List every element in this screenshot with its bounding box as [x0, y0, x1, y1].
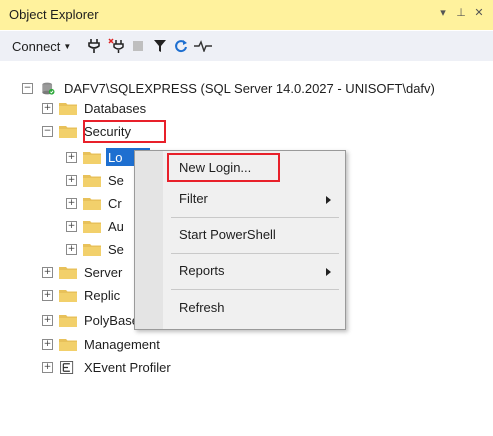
- connect-object-icon[interactable]: [88, 37, 100, 55]
- folder-icon: [59, 102, 77, 115]
- folder-icon: [59, 266, 77, 279]
- polybase-label: PolyBase: [84, 312, 139, 328]
- folder-icon: [83, 243, 101, 256]
- panel-title: Object Explorer: [9, 7, 99, 22]
- tree-node-management[interactable]: + Management: [42, 334, 160, 354]
- submenu-arrow-icon: [326, 268, 331, 276]
- menu-separator: [171, 253, 339, 254]
- refresh-icon[interactable]: [174, 37, 188, 55]
- tree-node-xevent-profiler[interactable]: + XEvent Profiler: [42, 357, 171, 377]
- pin-icon[interactable]: ⊥: [455, 6, 467, 19]
- xevent-profiler-icon: [60, 360, 74, 374]
- expand-icon[interactable]: +: [42, 338, 53, 350]
- menu-item-filter[interactable]: Filter: [179, 191, 208, 206]
- connect-button[interactable]: Connect ▼: [12, 39, 71, 54]
- tree-node-replication[interactable]: + Replic: [42, 285, 120, 305]
- server-objects-label: Server: [84, 264, 123, 280]
- tree-node-security-child[interactable]: + Se: [66, 239, 124, 259]
- folder-icon: [59, 338, 77, 351]
- server-icon: [42, 82, 55, 95]
- tree-node-logins[interactable]: + Lo: [66, 147, 122, 167]
- object-explorer-titlebar: Object Explorer ▾ ⊥ ✕: [0, 0, 493, 30]
- menu-separator: [171, 217, 339, 218]
- security-child-label: Cr: [108, 195, 122, 211]
- tree-node-polybase[interactable]: + PolyBase: [42, 310, 139, 330]
- chevron-down-icon: ▼: [63, 42, 72, 51]
- collapse-icon[interactable]: −: [42, 125, 53, 137]
- management-label: Management: [84, 336, 160, 352]
- close-icon[interactable]: ✕: [473, 6, 485, 19]
- stop-icon[interactable]: [133, 37, 143, 55]
- folder-icon: [83, 151, 101, 164]
- object-explorer-toolbar: Connect ▼: [0, 31, 493, 61]
- expand-icon[interactable]: +: [42, 361, 53, 373]
- disconnect-icon[interactable]: [108, 37, 124, 55]
- expand-icon[interactable]: +: [42, 289, 53, 301]
- expand-icon[interactable]: +: [66, 197, 77, 209]
- folder-icon: [83, 174, 101, 187]
- databases-label: Databases: [84, 100, 147, 116]
- tree-node-databases[interactable]: + Databases: [42, 98, 146, 118]
- tree-node-security-child[interactable]: + Au: [66, 216, 124, 236]
- tree-node-server-objects[interactable]: + Server: [42, 262, 122, 282]
- logins-label: Lo: [108, 149, 123, 165]
- xevent-profiler-label: XEvent Profiler: [84, 359, 171, 375]
- security-child-label: Se: [108, 172, 124, 188]
- submenu-arrow-icon: [326, 196, 331, 204]
- filter-icon[interactable]: [153, 37, 167, 55]
- folder-icon: [83, 197, 101, 210]
- folder-icon: [59, 125, 77, 138]
- tree-node-server[interactable]: − DAFV7\SQLEXPRESS (SQL Server 14.0.2027…: [22, 78, 435, 98]
- replication-label: Replic: [84, 287, 121, 303]
- security-child-label: Au: [108, 218, 124, 234]
- security-highlight-box: [83, 120, 166, 143]
- server-label: DAFV7\SQLEXPRESS (SQL Server 14.0.2027 -…: [64, 80, 435, 96]
- folder-icon: [83, 220, 101, 233]
- collapse-icon[interactable]: −: [22, 82, 33, 94]
- menu-separator: [171, 289, 339, 290]
- menu-item-start-powershell[interactable]: Start PowerShell: [179, 227, 276, 242]
- expand-icon[interactable]: +: [42, 314, 53, 326]
- expand-icon[interactable]: +: [66, 151, 77, 163]
- menu-item-reports[interactable]: Reports: [179, 263, 225, 278]
- folder-icon: [59, 289, 77, 302]
- window-position-dropdown-icon[interactable]: ▾: [437, 6, 449, 19]
- tree-node-security-child[interactable]: + Se: [66, 170, 124, 190]
- expand-icon[interactable]: +: [42, 102, 53, 114]
- expand-icon[interactable]: +: [66, 243, 77, 255]
- expand-icon[interactable]: +: [66, 174, 77, 186]
- tree-node-security-child[interactable]: + Cr: [66, 193, 122, 213]
- new-login-highlight-box: [167, 153, 280, 182]
- security-child-label: Se: [108, 241, 124, 257]
- activity-monitor-icon[interactable]: [194, 37, 212, 55]
- menu-item-refresh[interactable]: Refresh: [179, 300, 225, 315]
- expand-icon[interactable]: +: [42, 266, 53, 278]
- folder-icon: [59, 314, 77, 327]
- expand-icon[interactable]: +: [66, 220, 77, 232]
